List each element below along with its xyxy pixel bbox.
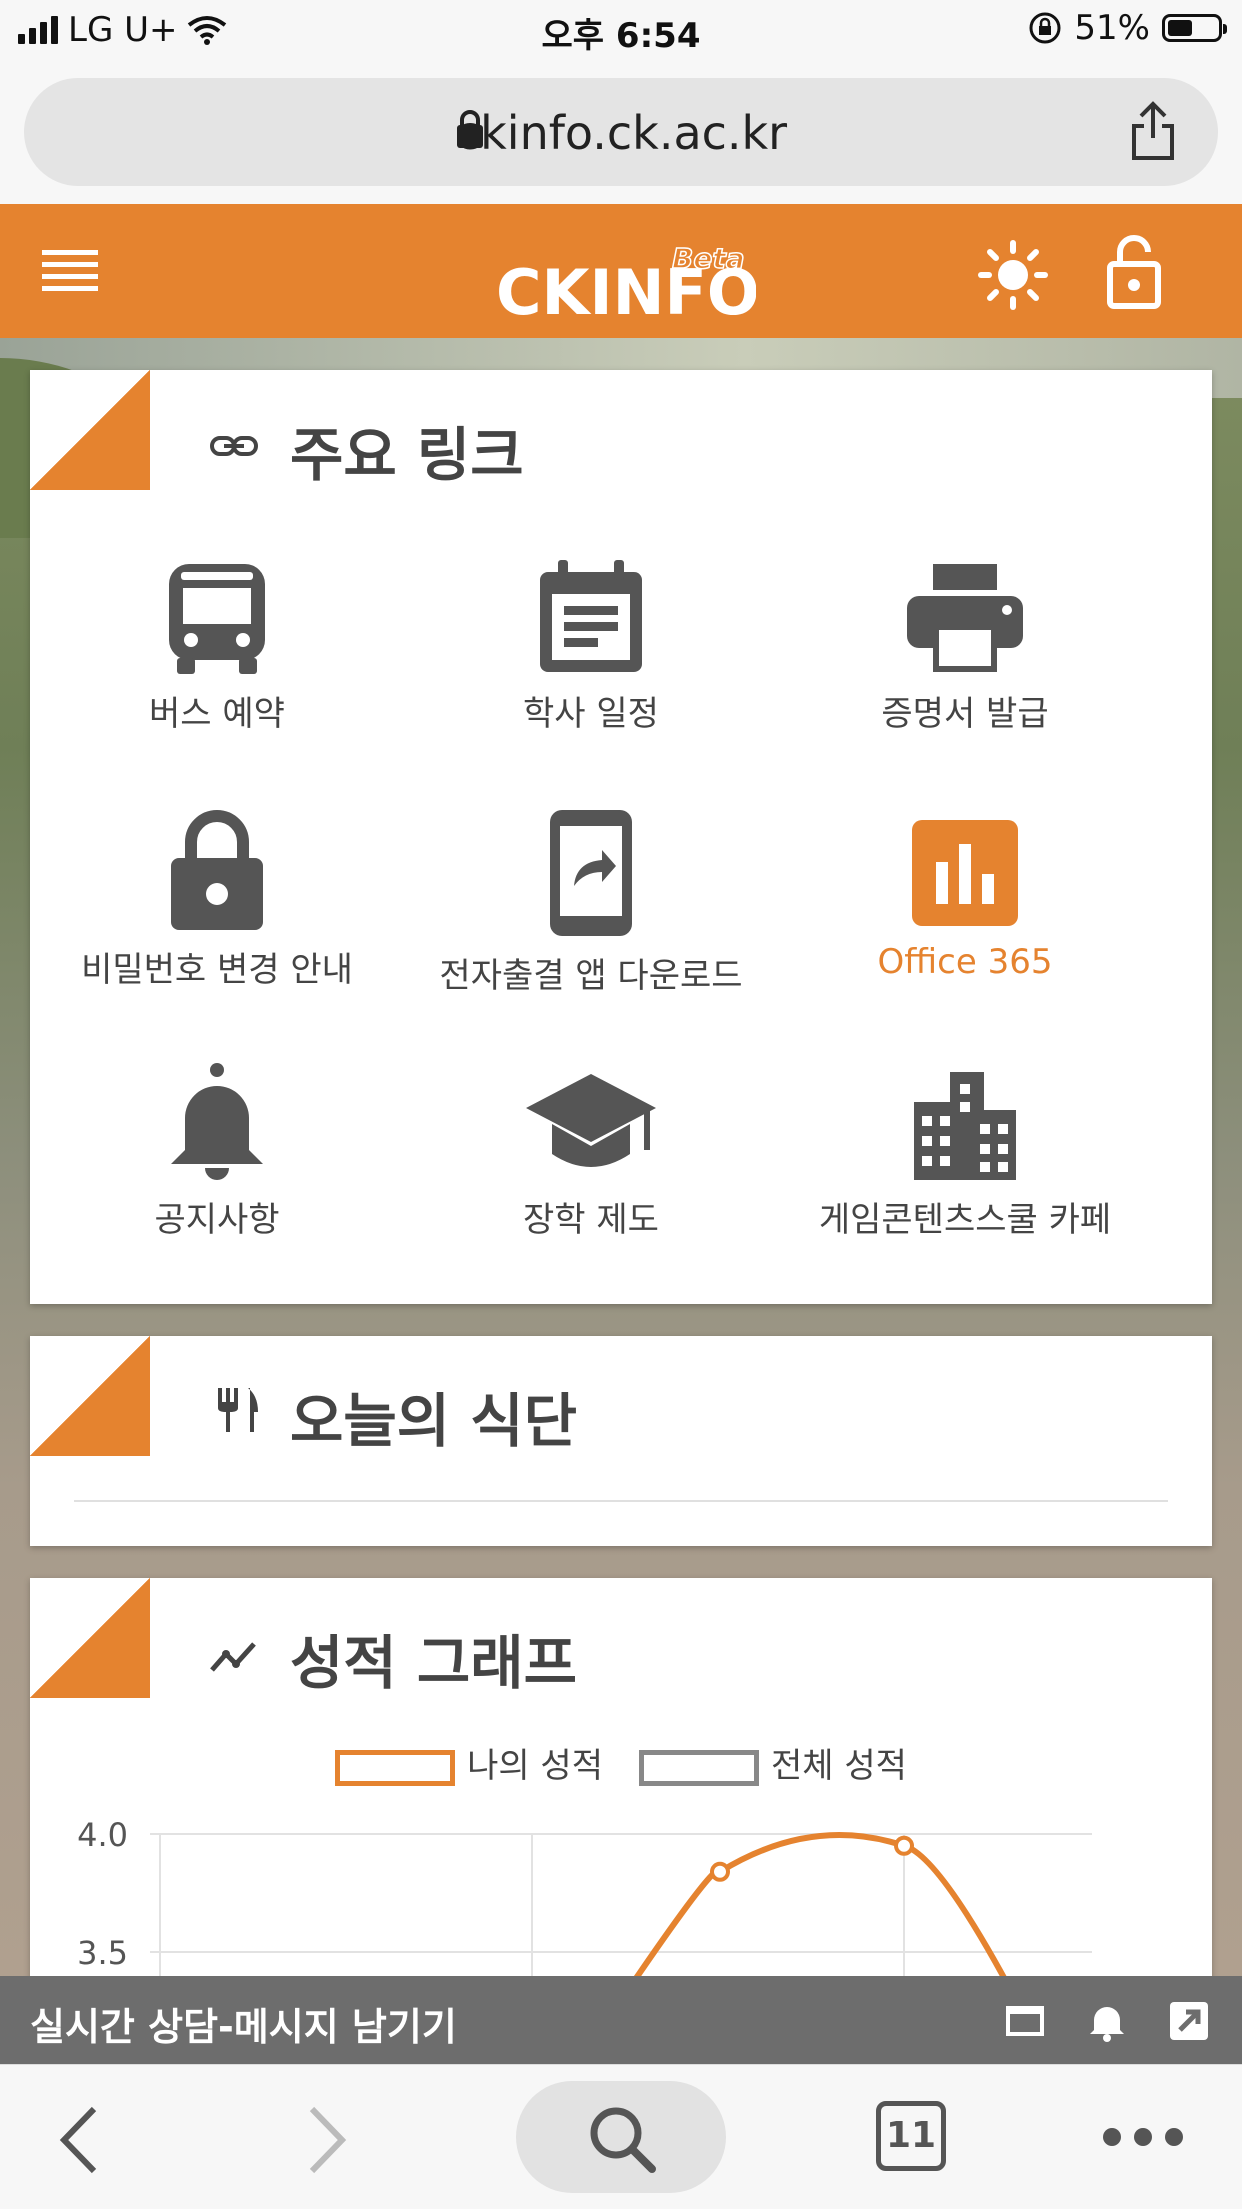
- y-tick-label: 3.5: [77, 1934, 128, 1972]
- beta-badge: Beta: [672, 242, 745, 275]
- tile-label: 증명서 발급: [881, 694, 1049, 734]
- search-icon: [590, 2107, 656, 2173]
- data-point[interactable]: [894, 1835, 914, 1856]
- lock-icon: [171, 810, 263, 930]
- grade-graph-card: 성적 그래프 나의 성적 전체 성적 4.0 3.5: [30, 1578, 1212, 2018]
- data-point[interactable]: [710, 1861, 730, 1882]
- legend-label: 나의 성적: [467, 1746, 603, 1786]
- tabs-button[interactable]: 11: [876, 2101, 946, 2171]
- forward-icon[interactable]: [306, 2105, 350, 2175]
- certificate-issuance-link[interactable]: 증명서 발급: [778, 558, 1152, 735]
- bus-reservation-link[interactable]: 버스 예약: [30, 558, 404, 735]
- academic-calendar-link[interactable]: 학사 일정: [404, 558, 778, 735]
- card-corner-accent: [30, 370, 150, 490]
- legend-swatch: [639, 1749, 759, 1786]
- live-chat-bar[interactable]: 실시간 상담-메시지 남기기: [0, 1976, 1242, 2064]
- legend-item-my-grade[interactable]: 나의 성적: [335, 1738, 603, 1787]
- battery-fill: [1168, 20, 1193, 36]
- hamburger-menu-icon[interactable]: [42, 246, 98, 296]
- tile-label: 전자출결 앱 다운로드: [439, 956, 743, 996]
- quick-links-title: 주요 링크: [290, 421, 524, 489]
- link-icon: [210, 436, 258, 456]
- status-bar: LG U+ 오후 6:54 51%: [0, 0, 1242, 62]
- todays-meals-title: 오늘의 식단: [290, 1387, 577, 1455]
- brightness-icon[interactable]: [978, 240, 1048, 310]
- legend-swatch: [335, 1749, 456, 1786]
- site-header: CKINFO Beta: [0, 204, 1242, 338]
- office-icon: [912, 820, 1018, 926]
- scholarship-link[interactable]: 장학 제도: [404, 1062, 778, 1241]
- back-icon[interactable]: [56, 2105, 100, 2175]
- ckinfo-logo[interactable]: CKINFO Beta: [496, 234, 760, 329]
- tile-label: 버스 예약: [149, 694, 285, 734]
- quick-links-card: 주요 링크 버스 예약 학사 일정 증명서 발급 비밀번호 변경 안내 전자출결…: [30, 370, 1212, 1304]
- search-button[interactable]: [516, 2081, 726, 2193]
- game-school-cafe-link[interactable]: 게임콘텐츠스쿨 카페: [778, 1062, 1152, 1241]
- tile-label: 비밀번호 변경 안내: [81, 950, 353, 990]
- login-unlock-icon[interactable]: [1106, 232, 1162, 312]
- todays-meals-card: 오늘의 식단: [30, 1336, 1212, 1546]
- tile-label: 학사 일정: [523, 694, 659, 734]
- rotation-lock-icon: [1029, 12, 1061, 44]
- more-options-icon[interactable]: [1100, 2125, 1186, 2149]
- legend-label: 전체 성적: [771, 1746, 907, 1786]
- office365-link[interactable]: Office 365: [778, 808, 1152, 982]
- tile-label: 장학 제도: [523, 1200, 659, 1240]
- attendance-app-download-link[interactable]: 전자출결 앱 다운로드: [404, 808, 778, 997]
- address-bar[interactable]: ckinfo.ck.ac.kr: [24, 78, 1218, 186]
- meals-divider: [74, 1500, 1168, 1502]
- graduation-cap-icon: [526, 1074, 656, 1167]
- legend-item-overall-grade[interactable]: 전체 성적: [639, 1738, 907, 1787]
- url-text: ckinfo.ck.ac.kr: [454, 106, 788, 160]
- live-chat-label: 실시간 상담-메시지 남기기: [30, 2005, 457, 2049]
- grade-graph-title: 성적 그래프: [290, 1629, 577, 1697]
- y-tick-label: 4.0: [77, 1816, 128, 1854]
- browser-toolbar: ckinfo.ck.ac.kr: [0, 62, 1242, 204]
- chart-legend: 나의 성적 전체 성적: [30, 1738, 1212, 1787]
- tile-label: 게임콘텐츠스쿨 카페: [818, 1200, 1112, 1240]
- bus-icon: [169, 564, 265, 674]
- battery-icon: [1162, 14, 1227, 42]
- printer-icon: [907, 564, 1023, 672]
- notification-bell-icon[interactable]: [1086, 2000, 1128, 2042]
- share-icon[interactable]: [1128, 100, 1178, 162]
- phone-share-icon: [550, 810, 632, 936]
- browser-bottom-toolbar: 11: [0, 2064, 1242, 2209]
- tile-label: 공지사항: [154, 1200, 280, 1240]
- card-corner-accent: [30, 1578, 150, 1698]
- trend-line-icon: [210, 1642, 256, 1672]
- building-icon: [914, 1072, 1016, 1180]
- bell-icon: [171, 1063, 263, 1180]
- tile-label: Office 365: [877, 942, 1053, 982]
- status-right: 51%: [1028, 8, 1227, 48]
- calendar-icon: [540, 560, 642, 672]
- card-corner-accent: [30, 1336, 150, 1456]
- window-icon[interactable]: [1004, 2000, 1046, 2042]
- popout-icon[interactable]: [1168, 2000, 1210, 2042]
- notices-link[interactable]: 공지사항: [30, 1062, 404, 1241]
- utensils-icon: [218, 1388, 258, 1432]
- battery-percent: 51%: [1074, 8, 1150, 48]
- password-change-link[interactable]: 비밀번호 변경 안내: [30, 808, 404, 991]
